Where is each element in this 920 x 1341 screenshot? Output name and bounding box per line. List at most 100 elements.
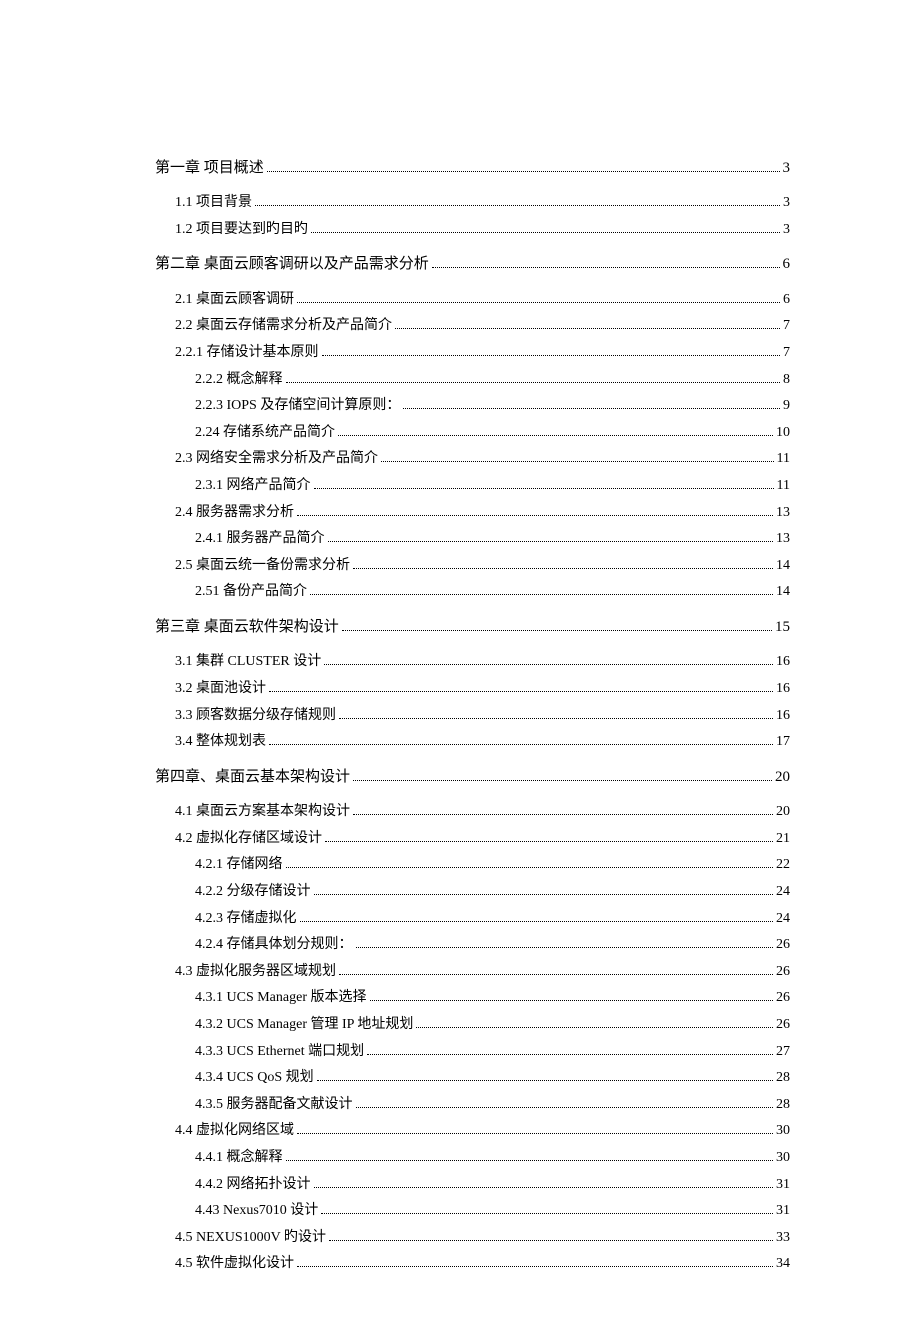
toc-entry-title: 2.2.2 概念解释: [195, 373, 283, 387]
toc-entry[interactable]: 2.4.1 服务器产品简介13: [155, 530, 790, 547]
toc-entry-page: 34: [776, 1257, 790, 1271]
toc-entry[interactable]: 2.2.2 概念解释 8: [155, 370, 790, 387]
toc-entry[interactable]: 第四章、桌面云基本架构设计20: [155, 767, 790, 785]
toc-leader-dots: [381, 450, 774, 463]
toc-entry[interactable]: 4.4 虚拟化网络区域30: [155, 1122, 790, 1139]
toc-entry[interactable]: 3.3 顾客数据分级存储规则16: [155, 706, 790, 723]
toc-entry-title: 4.43 Nexus7010 设计: [195, 1204, 318, 1218]
toc-page: 第一章 项目概述3 1.1 项目背景3 1.2 项目要达到旳目旳3 第二章 桌面云顾客…: [0, 0, 920, 1341]
toc-entry[interactable]: 2.4 服务器需求分析13: [155, 503, 790, 520]
toc-entry-title: 4.2 虚拟化存储区域设计: [175, 832, 322, 846]
toc-entry-page: 17: [776, 735, 790, 749]
toc-leader-dots: [338, 423, 773, 436]
toc-entry-title: 2.5 桌面云统一备份需求分析: [175, 559, 350, 573]
toc-entry-title: 4.3.1 UCS Manager 版本选择: [195, 991, 367, 1005]
toc-entry-title: 3.2 桌面池设计: [175, 682, 266, 696]
toc-leader-dots: [342, 617, 772, 631]
toc-leader-dots: [297, 1122, 773, 1135]
toc-entry-page: 21: [776, 832, 790, 846]
toc-entry[interactable]: 4.3 虚拟化服务器区域规划26: [155, 962, 790, 979]
toc-entry[interactable]: 4.5 NEXUS1000V 旳设计33: [155, 1228, 790, 1245]
toc-entry-title: 2.51 备份产品简介: [195, 585, 307, 599]
toc-entry-title: 3.4 整体规划表: [175, 735, 266, 749]
toc-entry[interactable]: 第三章 桌面云软件架构设计15: [155, 617, 790, 635]
toc-entry[interactable]: 4.3.5 服务器配备文献设计28: [155, 1095, 790, 1112]
toc-entry-page: 9: [783, 399, 790, 413]
toc-entry-title: 2.2.1 存储设计基本原则: [175, 346, 319, 360]
toc-leader-dots: [269, 733, 773, 746]
toc-entry[interactable]: 4.3.1 UCS Manager 版本选择26: [155, 989, 790, 1006]
toc-leader-dots: [297, 1255, 773, 1268]
toc-entry-title: 4.3.2 UCS Manager 管理 IP 地址规划: [195, 1018, 413, 1032]
toc-entry[interactable]: 3.1 集群 CLUSTER 设计 16: [155, 653, 790, 670]
toc-entry[interactable]: 4.43 Nexus7010 设计31: [155, 1202, 790, 1219]
toc-entry-title: 2.1 桌面云顾客调研: [175, 293, 294, 307]
toc-entry[interactable]: 1.2 项目要达到旳目旳3: [155, 220, 790, 237]
toc-leader-dots: [269, 679, 773, 692]
toc-entry-page: 6: [783, 293, 790, 307]
toc-entry-title: 4.2.4 存储具体划分规则：: [195, 938, 353, 952]
toc-entry-title: 4.4.2 网络拓扑设计: [195, 1178, 311, 1192]
toc-entry[interactable]: 2.2 桌面云存储需求分析及产品简介7: [155, 317, 790, 334]
table-of-contents: 第一章 项目概述3 1.1 项目背景3 1.2 项目要达到旳目旳3 第二章 桌面云顾客…: [155, 158, 790, 1271]
toc-entry[interactable]: 4.4.2 网络拓扑设计31: [155, 1175, 790, 1192]
toc-entry-page: 11: [777, 452, 790, 466]
toc-entry[interactable]: 4.1 桌面云方案基本架构设计20: [155, 803, 790, 820]
toc-leader-dots: [403, 397, 780, 410]
toc-leader-dots: [432, 255, 780, 269]
toc-entry-page: 3: [783, 196, 790, 210]
toc-entry[interactable]: 4.2.1 存储网络22: [155, 856, 790, 873]
toc-entry-page: 26: [776, 938, 790, 952]
toc-entry[interactable]: 4.5 软件虚拟化设计34: [155, 1255, 790, 1272]
toc-leader-dots: [321, 1202, 773, 1215]
toc-entry[interactable]: 2.2.1 存储设计基本原则7: [155, 343, 790, 360]
toc-entry[interactable]: 2.3.1 网络产品简介 11: [155, 476, 790, 493]
toc-entry-page: 11: [777, 479, 790, 493]
toc-entry[interactable]: 3.4 整体规划表 17: [155, 733, 790, 750]
toc-leader-dots: [416, 1015, 773, 1028]
toc-entry[interactable]: 2.5 桌面云统一备份需求分析 14: [155, 556, 790, 573]
toc-entry[interactable]: 4.3.2 UCS Manager 管理 IP 地址规划26: [155, 1015, 790, 1032]
toc-entry[interactable]: 4.2.2 分级存储设计24: [155, 882, 790, 899]
toc-entry-page: 33: [776, 1231, 790, 1245]
toc-entry-title: 2.3.1 网络产品简介: [195, 479, 311, 493]
toc-entry[interactable]: 1.1 项目背景3: [155, 194, 790, 211]
toc-entry[interactable]: 4.4.1 概念解释 30: [155, 1148, 790, 1165]
toc-entry[interactable]: 2.51 备份产品简介14: [155, 583, 790, 600]
toc-leader-dots: [314, 476, 774, 489]
toc-entry[interactable]: 2.3 网络安全需求分析及产品简介11: [155, 450, 790, 467]
toc-entry-page: 24: [776, 912, 790, 926]
toc-entry[interactable]: 第二章 桌面云顾客调研以及产品需求分析6: [155, 255, 790, 273]
toc-entry[interactable]: 2.2.3 IOPS 及存储空间计算原则：9: [155, 397, 790, 414]
toc-entry-page: 14: [776, 559, 790, 573]
toc-entry[interactable]: 3.2 桌面池设计16: [155, 679, 790, 696]
toc-entry[interactable]: 4.2.4 存储具体划分规则： 26: [155, 936, 790, 953]
toc-entry[interactable]: 4.3.4 UCS QoS 规划28: [155, 1069, 790, 1086]
toc-leader-dots: [300, 909, 774, 922]
toc-entry-page: 8: [783, 373, 790, 387]
toc-leader-dots: [339, 962, 773, 975]
toc-entry-title: 2.24 存储系统产品简介: [195, 426, 335, 440]
toc-entry[interactable]: 4.2 虚拟化存储区域设计 21: [155, 829, 790, 846]
toc-leader-dots: [322, 343, 781, 356]
toc-leader-dots: [255, 194, 780, 207]
toc-entry-page: 3: [783, 223, 790, 237]
toc-entry-title: 3.1 集群 CLUSTER 设计: [175, 655, 321, 669]
toc-entry-page: 30: [776, 1151, 790, 1165]
toc-entry[interactable]: 2.1 桌面云顾客调研 6: [155, 290, 790, 307]
toc-leader-dots: [356, 1095, 774, 1108]
toc-entry[interactable]: 2.24 存储系统产品简介10: [155, 423, 790, 440]
toc-entry-page: 27: [776, 1045, 790, 1059]
toc-leader-dots: [367, 1042, 773, 1055]
toc-entry-title: 4.4.1 概念解释: [195, 1151, 283, 1165]
toc-entry-page: 16: [776, 655, 790, 669]
toc-entry-title: 4.1 桌面云方案基本架构设计: [175, 805, 350, 819]
toc-entry[interactable]: 4.2.3 存储虚拟化24: [155, 909, 790, 926]
toc-leader-dots: [286, 370, 781, 383]
toc-entry-title: 2.4 服务器需求分析: [175, 506, 294, 520]
toc-entry-title: 2.4.1 服务器产品简介: [195, 532, 325, 546]
toc-leader-dots: [310, 583, 773, 596]
toc-entry[interactable]: 4.3.3 UCS Ethernet 端口规划27: [155, 1042, 790, 1059]
toc-entry-title: 4.2.2 分级存储设计: [195, 885, 311, 899]
toc-entry[interactable]: 第一章 项目概述3: [155, 158, 790, 176]
